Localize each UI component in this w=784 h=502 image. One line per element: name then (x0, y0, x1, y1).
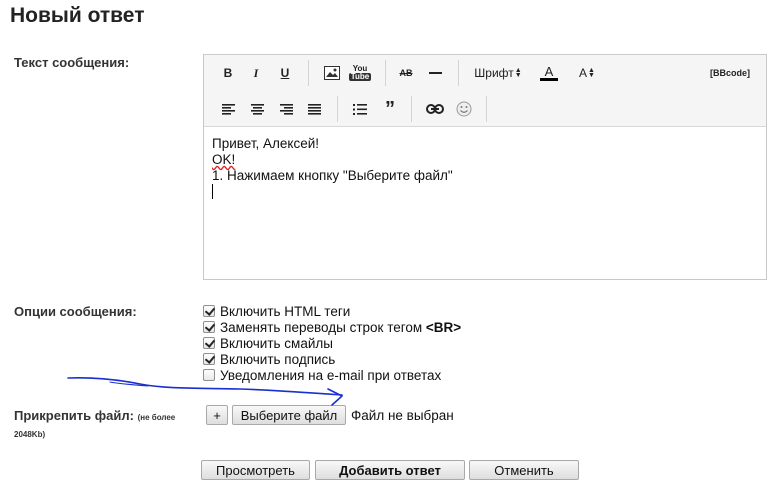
bbcode-button[interactable]: [BBcode] (709, 62, 751, 84)
bold-button[interactable]: B (218, 62, 238, 84)
option-signature[interactable]: Включить подпись (203, 351, 461, 367)
font-color-button[interactable]: A (536, 62, 562, 84)
font-size-button[interactable]: A ▲ ▼ (574, 62, 600, 84)
page-title: Новый ответ (10, 4, 145, 27)
editor-line: 1. Нажимаем кнопку "Выберите файл" (212, 168, 453, 183)
youtube-icon: You Tube (348, 64, 372, 81)
color-bar (540, 78, 558, 81)
align-center-button[interactable] (247, 98, 267, 120)
message-options: Включить HTML теги Заменять переводы стр… (203, 303, 461, 383)
align-justify-icon (307, 103, 321, 115)
size-arrows-icon: ▲ ▼ (588, 67, 595, 79)
link-icon (426, 104, 444, 114)
justify-button[interactable] (304, 98, 324, 120)
smiley-button[interactable] (453, 98, 475, 120)
cancel-button[interactable]: Отменить (469, 460, 579, 480)
italic-button[interactable]: I (246, 62, 266, 84)
align-left-icon (221, 103, 235, 115)
align-right-icon (279, 103, 293, 115)
option-html[interactable]: Включить HTML теги (203, 303, 461, 319)
checkbox[interactable] (203, 337, 215, 349)
editor-toolbar: B I U You Tube AB Шрифт ▲ ▼ A A ▲ ▼ [BBc… (204, 55, 766, 127)
option-email-notify[interactable]: Уведомления на e-mail при ответах (203, 367, 461, 383)
list-button[interactable] (350, 98, 370, 120)
horizontal-rule-icon (428, 72, 442, 74)
updown-arrows-icon: ▲ ▼ (514, 67, 522, 79)
image-button[interactable] (322, 62, 342, 84)
attach-label: Прикрепить файл: (не более 2048Kb) (14, 408, 176, 439)
editor-line: Привет, Алексей! (212, 136, 320, 151)
editor-content[interactable]: Привет, Алексей! OK! 1. Нажимаем кнопку … (204, 128, 766, 279)
editor-line: OK! (212, 152, 236, 167)
message-editor: B I U You Tube AB Шрифт ▲ ▼ A A ▲ ▼ [BBc… (203, 54, 767, 280)
checkbox[interactable] (203, 305, 215, 317)
option-br[interactable]: Заменять переводы строк тегом <BR> (203, 319, 461, 335)
bullet-list-icon (353, 103, 367, 115)
add-file-field-button[interactable]: + (206, 405, 228, 425)
align-left-button[interactable] (218, 98, 238, 120)
choose-file-button[interactable]: Выберите файл (232, 405, 346, 425)
submit-reply-button[interactable]: Добавить ответ (315, 460, 465, 480)
options-label: Опции сообщения: (14, 304, 137, 319)
strike-button[interactable]: AB (396, 62, 416, 84)
text-caret (212, 184, 758, 201)
message-label: Текст сообщения: (14, 55, 130, 70)
file-status: Файл не выбран (351, 408, 454, 423)
youtube-button[interactable]: You Tube (348, 62, 372, 84)
image-icon (324, 66, 340, 80)
align-center-icon (250, 103, 264, 115)
checkbox[interactable] (203, 353, 215, 365)
checkbox[interactable] (203, 321, 215, 333)
smiley-icon (456, 101, 472, 117)
hr-button[interactable] (426, 62, 444, 84)
option-smileys[interactable]: Включить смайлы (203, 335, 461, 351)
font-select[interactable]: Шрифт ▲ ▼ (472, 62, 524, 84)
align-right-button[interactable] (276, 98, 296, 120)
quote-button[interactable]: ” (380, 98, 400, 120)
checkbox[interactable] (203, 369, 215, 381)
underline-button[interactable]: U (275, 62, 295, 84)
link-button[interactable] (424, 98, 446, 120)
preview-button[interactable]: Просмотреть (201, 460, 310, 480)
